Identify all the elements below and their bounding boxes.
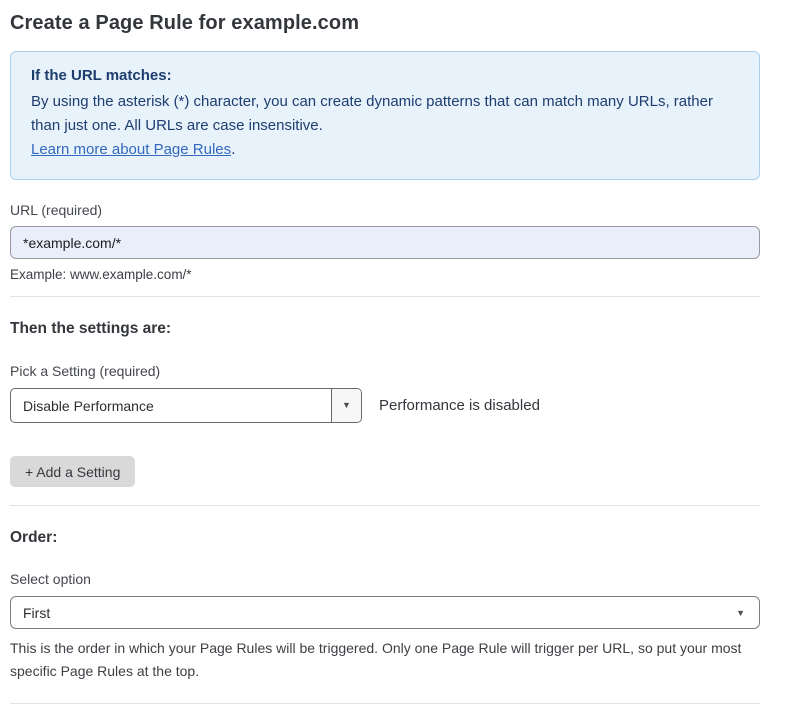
divider — [10, 296, 760, 297]
setting-status-text: Performance is disabled — [379, 397, 540, 414]
page-title: Create a Page Rule for example.com — [10, 12, 760, 35]
settings-section-heading: Then the settings are: — [10, 320, 760, 338]
add-setting-button[interactable]: + Add a Setting — [10, 456, 135, 487]
chevron-down-icon: ▼ — [736, 609, 745, 618]
url-match-info-callout: If the URL matches: By using the asteris… — [10, 51, 760, 180]
callout-heading: If the URL matches: — [31, 67, 739, 84]
order-section-heading: Order: — [10, 529, 760, 547]
order-select-label: Select option — [10, 571, 760, 587]
callout-link-line: Learn more about Page Rules. — [31, 138, 739, 162]
setting-select-arrow-button[interactable]: ▼ — [331, 389, 361, 422]
create-page-rule-panel: Create a Page Rule for example.com If th… — [0, 0, 790, 714]
link-suffix-period: . — [231, 141, 235, 158]
url-input[interactable] — [10, 226, 760, 259]
url-example-helper: Example: www.example.com/* — [10, 267, 760, 282]
order-helper-text: This is the order in which your Page Rul… — [10, 637, 755, 683]
setting-select[interactable]: Disable Performance ▼ — [10, 388, 362, 423]
divider — [10, 703, 760, 704]
order-select-value: First — [23, 605, 50, 621]
setting-row: Disable Performance ▼ Performance is dis… — [10, 388, 760, 423]
setting-select-value: Disable Performance — [11, 389, 331, 422]
learn-more-link[interactable]: Learn more about Page Rules — [31, 141, 231, 158]
order-select[interactable]: First ▼ — [10, 596, 760, 629]
chevron-down-icon: ▼ — [342, 401, 351, 410]
pick-setting-label: Pick a Setting (required) — [10, 363, 760, 379]
divider — [10, 505, 760, 506]
url-field-label: URL (required) — [10, 202, 760, 218]
callout-body-text: By using the asterisk (*) character, you… — [31, 90, 739, 138]
